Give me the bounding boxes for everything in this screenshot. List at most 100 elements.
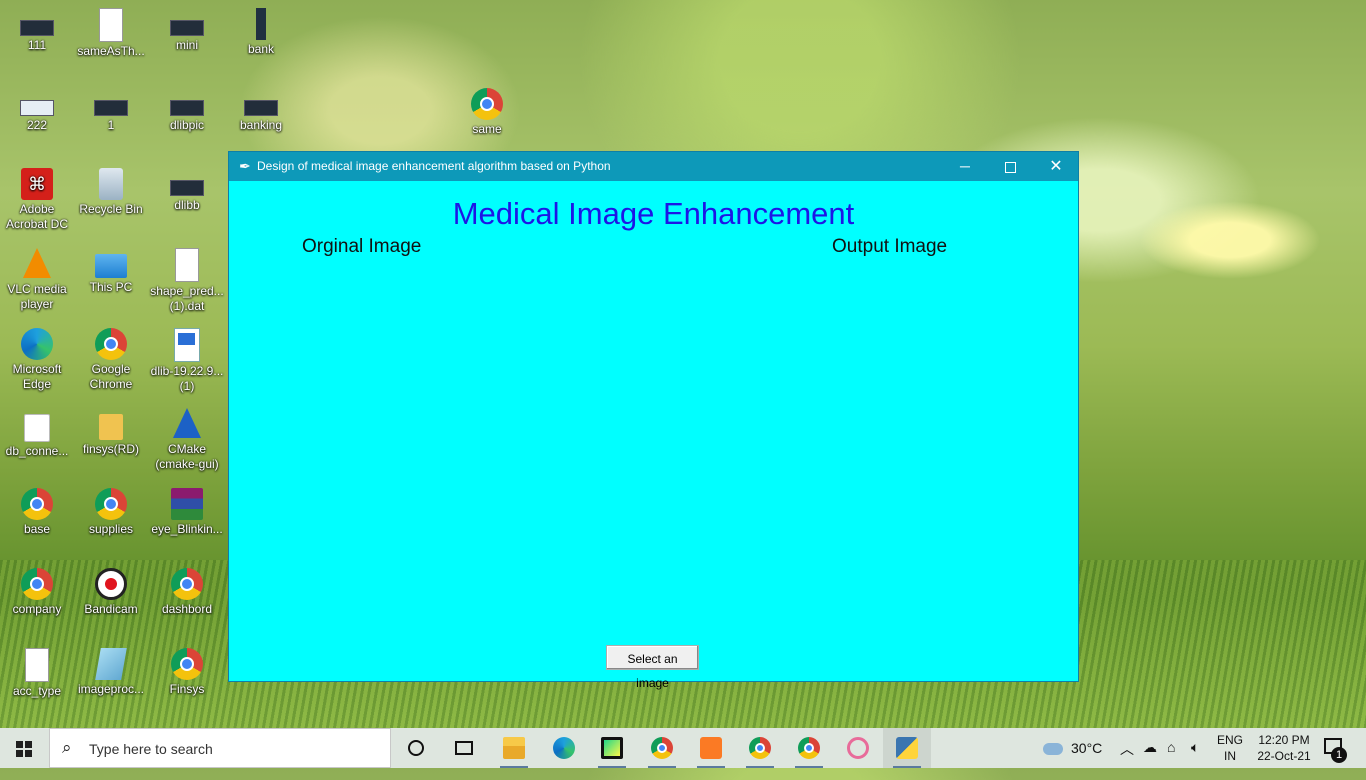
taskbar-xampp[interactable] [687, 728, 735, 768]
desktop-icon-label: acc_type [12, 684, 62, 698]
window-title: Design of medical image enhancement algo… [257, 159, 611, 173]
desktop-icon-mini[interactable]: mini [150, 8, 224, 53]
title-bar[interactable]: ✒ Design of medical image enhancement al… [229, 152, 1078, 181]
close-button[interactable]: ✕ [1033, 152, 1079, 181]
desktop-icon-finsys[interactable]: Finsys [150, 648, 224, 697]
xampp-icon [700, 737, 722, 759]
search-placeholder: Type here to search [89, 741, 213, 757]
python-icon [896, 737, 918, 759]
taskbar-chrome-3[interactable] [785, 728, 833, 768]
taskbar-chrome-profile[interactable] [638, 728, 686, 768]
minimize-button[interactable]: ─ [942, 152, 988, 181]
desktop-icon-label: eye_Blinkin... [151, 522, 223, 536]
app-icon [170, 20, 204, 36]
desktop-icon-label: imageproc... [77, 682, 145, 696]
desktop-icon-vlc[interactable]: VLC media player [0, 248, 74, 312]
app-icon [170, 100, 204, 116]
desktop-icon-label: This PC [89, 280, 133, 294]
edge-icon [553, 737, 575, 759]
desktop-icon-dashbord[interactable]: dashbord [150, 568, 224, 617]
desktop-icon-label: dlibpic [169, 118, 205, 132]
desktop-icon-222[interactable]: 222 [0, 88, 74, 133]
select-image-button[interactable]: Select an image [606, 645, 699, 690]
file-icon [24, 414, 50, 442]
desktop-icon-label: Finsys [169, 682, 205, 696]
archive-icon [171, 488, 203, 520]
computer-icon [95, 254, 127, 278]
desktop-icon-this-pc[interactable]: This PC [74, 248, 148, 295]
desktop-icon-base[interactable]: base [0, 488, 74, 537]
desktop-icon-db-conne[interactable]: db_conne... [0, 408, 74, 459]
desktop-icon-label: sameAsTh... [77, 44, 145, 58]
desktop-icon-dlibb[interactable]: dlibb [150, 168, 224, 213]
task-view-icon [455, 741, 473, 755]
desktop-icon-recycle-bin[interactable]: Recycle Bin [74, 168, 148, 217]
desktop-icon-edge[interactable]: Microsoft Edge [0, 328, 74, 392]
desktop-icon-eye-blinkin[interactable]: eye_Blinkin... [150, 488, 224, 537]
chrome-icon [21, 488, 53, 520]
volume-icon[interactable]: 🔈︎ [1191, 739, 1199, 779]
app-icon [256, 8, 266, 40]
desktop-icon-label: dashbord [161, 602, 213, 616]
output-image-label: Output Image [832, 236, 948, 257]
desktop-icon-cmake[interactable]: CMake (cmake-gui) [150, 408, 224, 472]
desktop-icon-shape-pred[interactable]: shape_pred... (1).dat [150, 248, 224, 314]
chrome-icon [798, 737, 820, 759]
desktop-icon-company[interactable]: company [0, 568, 74, 617]
taskbar-file-explorer[interactable] [490, 728, 538, 768]
desktop-icon-supplies[interactable]: supplies [74, 488, 148, 537]
task-view-button[interactable] [440, 728, 488, 768]
desktop-icon-dlibpic[interactable]: dlibpic [150, 88, 224, 133]
chrome-icon [749, 737, 771, 759]
desktop-icon-label: 111 [27, 38, 47, 52]
desktop-icon-finsys-rd[interactable]: finsys(RD) [74, 408, 148, 457]
clock[interactable]: 12:20 PM 22-Oct-21 [1254, 732, 1314, 772]
vlc-cone-icon [23, 248, 51, 278]
desktop-icon-banking[interactable]: banking [224, 88, 298, 133]
desktop-icon-google-chrome[interactable]: Google Chrome [74, 328, 148, 392]
input-language[interactable]: ENG IN [1217, 732, 1243, 772]
desktop-icon-dlib[interactable]: dlib-19.22.9... (1) [150, 328, 224, 394]
cortana-button[interactable] [392, 728, 440, 768]
app-icon [94, 100, 128, 116]
desktop-icon-1[interactable]: 1 [74, 88, 148, 133]
pdf-icon: ⌘ [21, 168, 53, 200]
start-button[interactable] [0, 728, 48, 768]
clock-date: 22-Oct-21 [1257, 749, 1311, 763]
image-file-icon [95, 648, 127, 680]
taskbar-edge[interactable] [540, 728, 588, 768]
onedrive-cloud-icon[interactable]: ☁ [1143, 739, 1157, 779]
weather-widget[interactable]: 30°C [1043, 740, 1102, 780]
desktop-icon-imageproc[interactable]: imageproc... [74, 648, 148, 697]
desktop-icon-label: shape_pred... (1).dat [150, 284, 224, 313]
desktop-icon-label: CMake (cmake-gui) [155, 442, 219, 471]
show-hidden-icons-chevron-icon[interactable]: ︿ [1120, 739, 1134, 779]
desktop-icon-label: mini [175, 38, 198, 52]
temperature: 30°C [1071, 740, 1103, 756]
desktop-icon-same[interactable]: same [450, 88, 524, 137]
document-icon [25, 648, 49, 682]
chrome-icon [95, 328, 127, 360]
chrome-icon [651, 737, 673, 759]
taskbar-python[interactable] [883, 728, 931, 768]
desktop-icon-label: Microsoft Edge [12, 362, 62, 391]
cortana-icon [408, 740, 424, 756]
desktop-icon-bandicam[interactable]: Bandicam [74, 568, 148, 617]
cmake-icon [173, 408, 201, 438]
desktop-icon-adobe-acrobat[interactable]: ⌘ Adobe Acrobat DC [0, 168, 74, 232]
maximize-button[interactable] [987, 152, 1033, 181]
document-icon [99, 8, 123, 42]
taskbar: ⌕ Type here to search 30°C ︿ ☁ ⌂ 🔈︎ ENG … [0, 728, 1366, 768]
desktop-icon-label: Adobe Acrobat DC [5, 202, 69, 231]
desktop-icon-sameasth[interactable]: sameAsTh... [74, 8, 148, 59]
desktop-icon-acc-type[interactable]: acc_type [0, 648, 74, 699]
taskbar-chrome-2[interactable] [736, 728, 784, 768]
desktop-icon-111[interactable]: 111 [0, 8, 74, 53]
taskbar-pycharm[interactable] [588, 728, 636, 768]
tk-feather-icon: ✒ [239, 158, 251, 174]
taskbar-snip-sketch[interactable] [834, 728, 882, 768]
desktop-icon-label: 1 [107, 118, 115, 132]
desktop-icon-bank[interactable]: bank [224, 8, 298, 57]
network-icon[interactable]: ⌂ [1167, 739, 1175, 779]
taskbar-search[interactable]: ⌕ Type here to search [49, 728, 391, 768]
